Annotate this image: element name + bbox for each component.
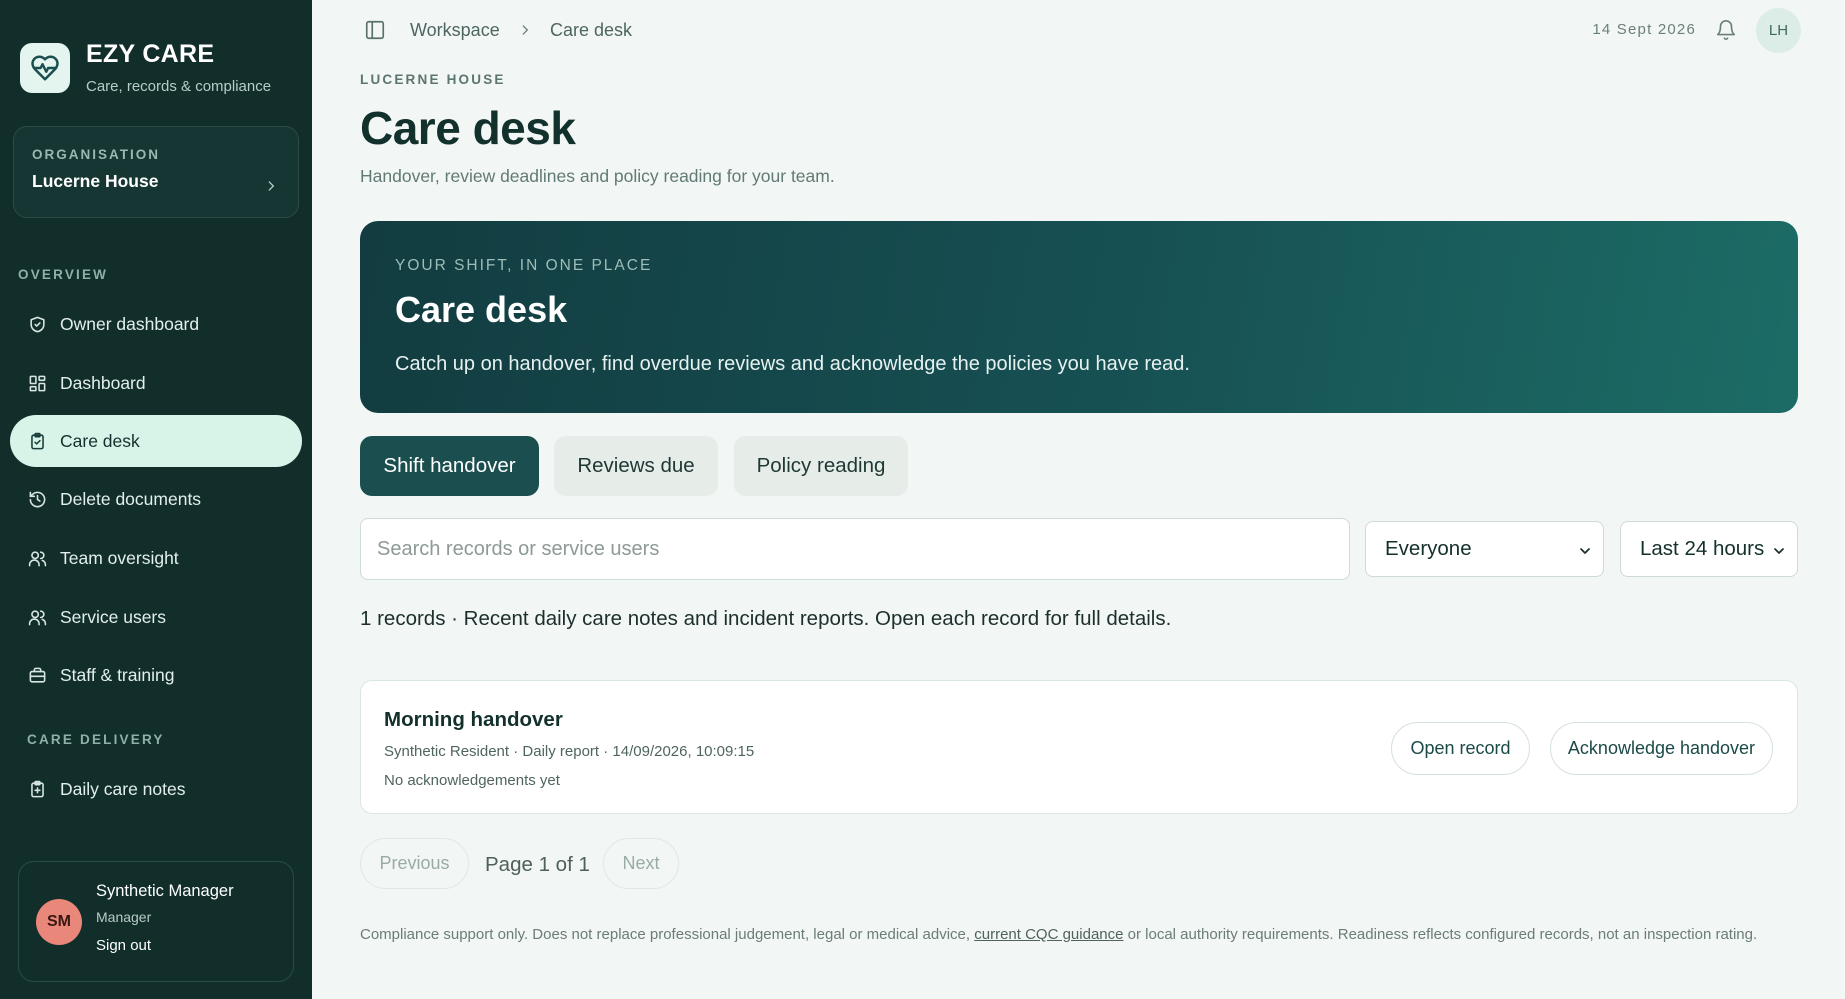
sidebar-item-label: Daily care notes [60, 778, 186, 799]
organisation-switcher[interactable]: ORGANISATION Lucerne House [13, 126, 299, 218]
sidebar-item-owner-dashboard[interactable]: Owner dashboard [10, 298, 302, 350]
sidebar-item-label: Delete documents [60, 488, 202, 509]
tab-policy-reading[interactable]: Policy reading [734, 436, 908, 496]
shield-check-icon [26, 313, 48, 335]
period-select-value: Last 24 hours [1640, 537, 1765, 560]
hero-eyebrow: YOUR SHIFT, IN ONE PLACE [395, 257, 653, 274]
breadcrumb-current: Care desk [550, 20, 633, 40]
hero-banner: YOUR SHIFT, IN ONE PLACE Care desk Catch… [360, 221, 1798, 413]
page-indicator: Page 1 of 1 [485, 853, 590, 876]
previous-page-button[interactable]: Previous [360, 838, 469, 889]
cqc-guidance-link[interactable]: current CQC guidance [974, 926, 1123, 943]
record-title: Morning handover [384, 708, 563, 731]
record-ack-status: No acknowledgements yet [384, 772, 560, 789]
sidebar-item-care-desk[interactable]: Care desk [10, 415, 302, 467]
sidebar: EZY CARE Care, records & compliance ORGA… [0, 0, 312, 999]
sidebar-item-label: Dashboard [60, 372, 146, 393]
heart-pulse-icon [20, 42, 70, 93]
sidebar-item-delete-documents[interactable]: Delete documents [10, 473, 302, 525]
sidebar-item-staff-training[interactable]: Staff & training [10, 649, 302, 701]
tab-shift-handover[interactable]: Shift handover [360, 436, 539, 496]
next-page-button[interactable]: Next [603, 838, 679, 889]
audience-select[interactable]: Everyone [1365, 521, 1604, 577]
section-label-care-delivery: CARE DELIVERY [27, 732, 165, 747]
sidebar-toggle-icon[interactable] [364, 19, 386, 46]
briefcase-icon [26, 664, 48, 686]
section-label-overview: OVERVIEW [18, 267, 109, 282]
acknowledge-handover-button[interactable]: Acknowledge handover [1550, 722, 1773, 775]
chevron-right-icon [264, 179, 278, 198]
sidebar-item-label: Service users [60, 606, 167, 627]
open-record-button[interactable]: Open record [1391, 722, 1530, 775]
brand-name: EZY CARE [86, 40, 215, 68]
user-name: Synthetic Manager [96, 882, 234, 900]
user-card: SM Synthetic Manager Manager Sign out [18, 861, 294, 982]
avatar: SM [36, 899, 82, 945]
sign-out-link[interactable]: Sign out [96, 937, 151, 954]
record-meta: Synthetic Resident · Daily report · 14/0… [384, 743, 755, 760]
sidebar-item-daily-care-notes[interactable]: Daily care notes [10, 763, 302, 815]
history-icon [26, 488, 48, 510]
users-icon [26, 547, 48, 569]
chevron-down-icon [1771, 541, 1787, 565]
organisation-name: Lucerne House [32, 171, 159, 191]
current-date: 14 Sept 2026 [1592, 21, 1696, 38]
sidebar-item-label: Care desk [60, 430, 140, 451]
breadcrumb-workspace[interactable]: Workspace [410, 20, 500, 41]
account-avatar[interactable]: LH [1756, 8, 1801, 53]
sidebar-item-service-users[interactable]: Service users [10, 591, 302, 643]
footer-text-after: or local authority requirements. Readine… [1123, 926, 1758, 943]
page-subtitle: Handover, review deadlines and policy re… [360, 166, 835, 186]
clipboard-plus-icon [26, 778, 48, 800]
brand[interactable]: EZY CARE Care, records & compliance [20, 40, 271, 95]
chevron-down-icon [1577, 541, 1593, 565]
period-select[interactable]: Last 24 hours [1620, 521, 1798, 577]
search-input[interactable] [360, 518, 1350, 580]
user-role: Manager [96, 909, 152, 925]
users-icon [26, 606, 48, 628]
sidebar-item-team-oversight[interactable]: Team oversight [10, 532, 302, 584]
sidebar-item-label: Staff & training [60, 664, 175, 685]
organisation-label: ORGANISATION [32, 147, 160, 162]
clipboard-check-icon [26, 430, 48, 452]
list-item: Morning handover Synthetic Resident · Da… [360, 680, 1798, 814]
chevron-right-icon [518, 18, 532, 43]
sidebar-item-dashboard[interactable]: Dashboard [10, 357, 302, 409]
audience-select-value: Everyone [1385, 537, 1472, 560]
tab-reviews-due[interactable]: Reviews due [554, 436, 718, 496]
hero-text: Catch up on handover, find overdue revie… [395, 353, 1190, 375]
page-eyebrow: LUCERNE HOUSE [360, 72, 506, 87]
sidebar-item-label: Owner dashboard [60, 313, 200, 334]
page-title: Care desk [360, 102, 576, 154]
brand-tagline: Care, records & compliance [86, 78, 272, 95]
bell-icon[interactable] [1715, 18, 1737, 47]
layout-grid-icon [26, 372, 48, 394]
footer-text-before: Compliance support only. Does not replac… [360, 926, 975, 943]
records-summary: 1 records · Recent daily care notes and … [360, 607, 1172, 630]
hero-title: Care desk [395, 289, 568, 330]
sidebar-item-label: Team oversight [60, 547, 179, 568]
compliance-footer: Compliance support only. Does not replac… [360, 926, 1757, 943]
